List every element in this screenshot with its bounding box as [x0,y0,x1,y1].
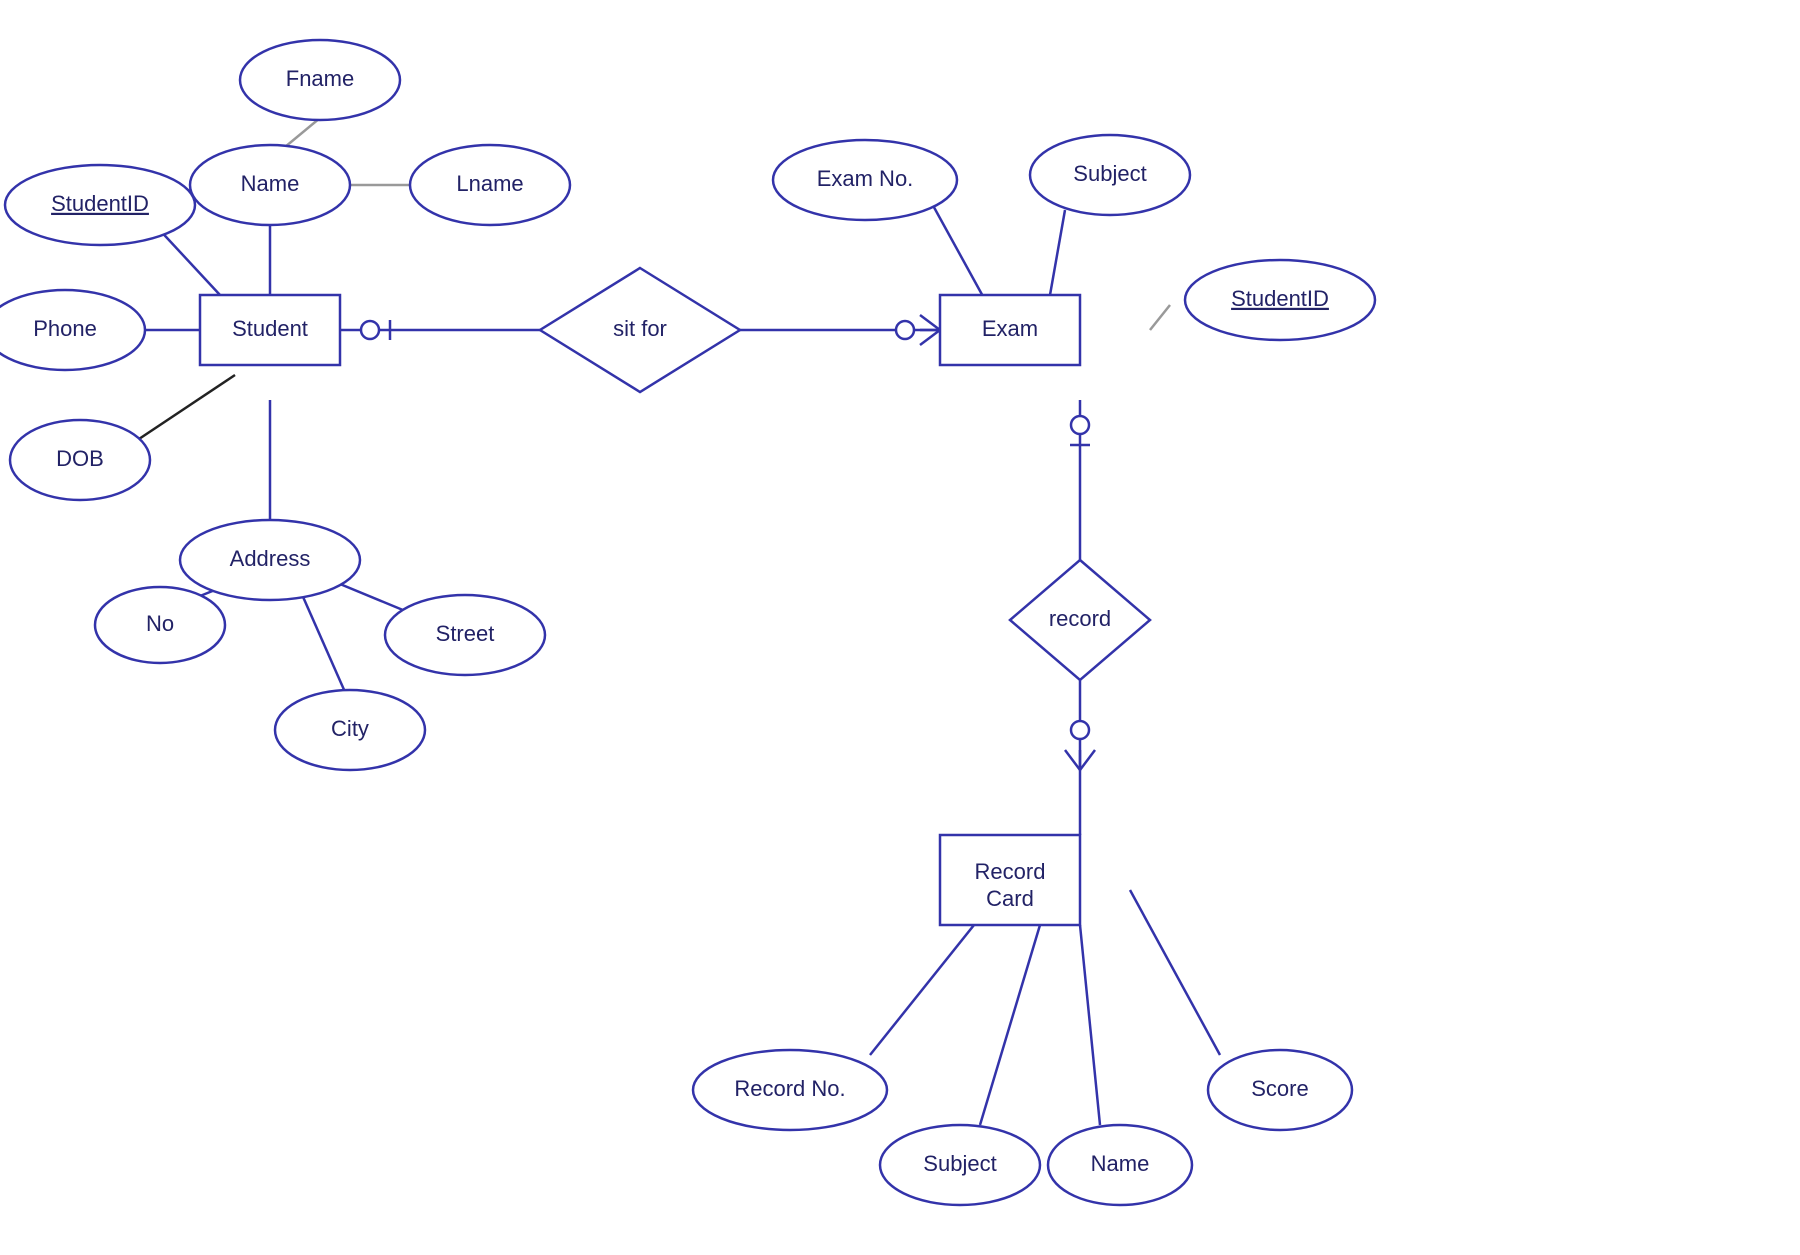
er-diagram: Student Exam Record Card sit for record … [0,0,1800,1250]
no-label: No [146,611,174,636]
subject-rc-label: Subject [923,1151,996,1176]
city-label: City [331,716,369,741]
street-label: Street [436,621,495,646]
subject-exam-connector [1050,210,1065,295]
record-card-label-line1: Record [975,859,1046,884]
sit-for-label: sit for [613,316,667,341]
rc-subject-connector [980,925,1040,1125]
crows-foot2-right [1080,750,1095,770]
student-zero-one-circle [361,321,379,339]
examno-exam-connector [930,200,985,300]
fname-label: Fname [286,66,354,91]
fname-name-connector [285,118,320,147]
student-label: Student [232,316,308,341]
subject-exam-label: Subject [1073,161,1146,186]
studentid-exam-connector [1150,305,1170,330]
dob-student-connector [130,375,235,445]
crows-foot2-left [1065,750,1080,770]
address-label: Address [230,546,311,571]
lname-label: Lname [456,171,523,196]
examno-label: Exam No. [817,166,914,191]
rc-score-connector [1130,890,1220,1055]
phone-label: Phone [33,316,97,341]
name-rc-label: Name [1091,1151,1150,1176]
studentid-exam-label: StudentID [1231,286,1329,311]
record-no-label: Record No. [734,1076,845,1101]
rc-name-connector [1080,925,1100,1125]
studentid-student-label: StudentID [51,191,149,216]
name-label: Name [241,171,300,196]
record-zero-many-circle [1071,721,1089,739]
address-city-connector [300,590,345,692]
exam-label: Exam [982,316,1038,341]
crows-foot-top [920,315,940,330]
record-card-label-line2: Card [986,886,1034,911]
crows-foot-bottom [920,330,940,345]
exam-record-circle [1071,416,1089,434]
exam-zero-many-circle [896,321,914,339]
record-label: record [1049,606,1111,631]
dob-label: DOB [56,446,104,471]
score-label: Score [1251,1076,1308,1101]
